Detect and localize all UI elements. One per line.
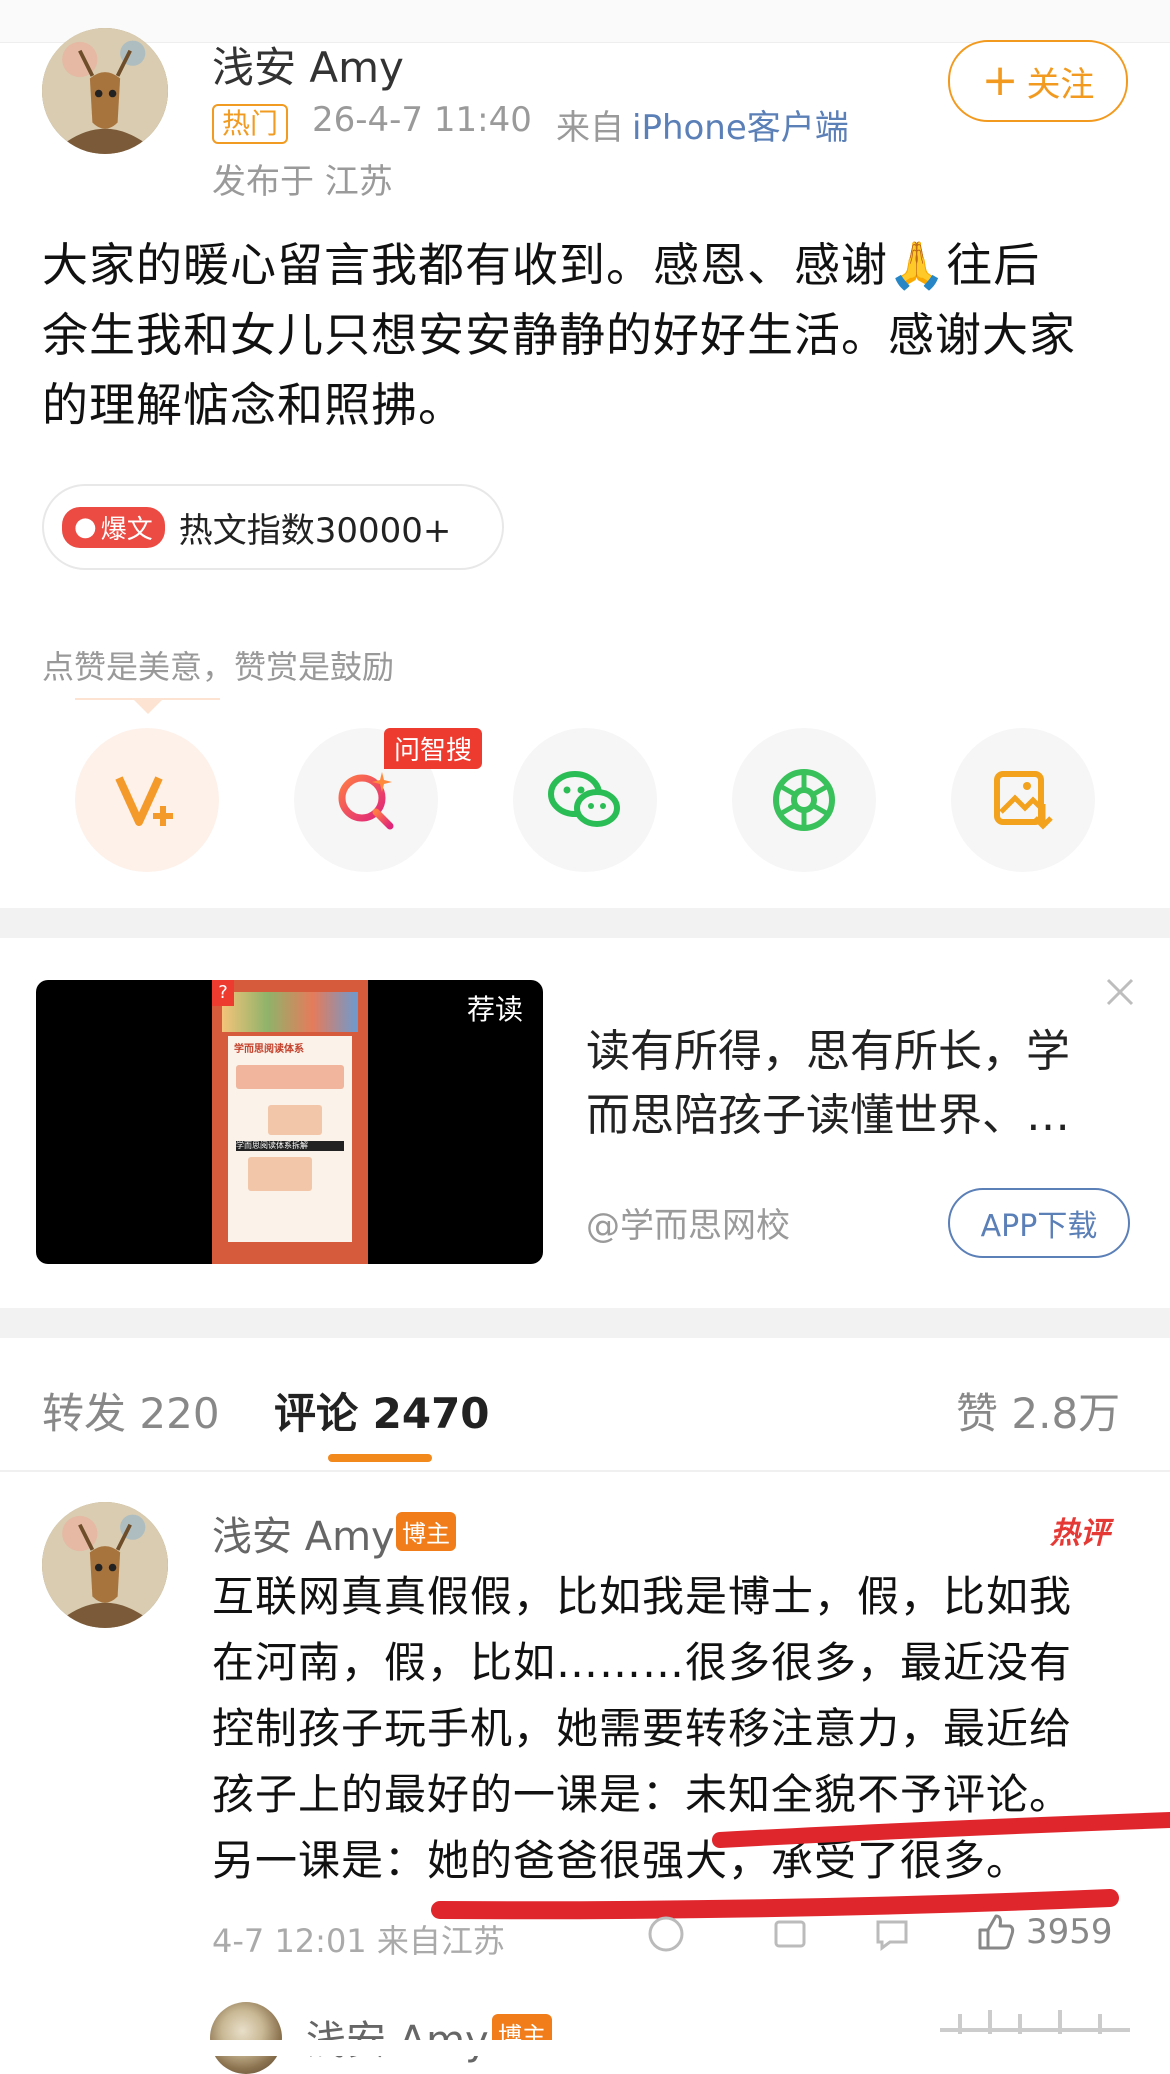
- flame-icon: ●: [74, 512, 97, 542]
- tab-like[interactable]: 赞 2.8万: [956, 1380, 1120, 1441]
- tab-repost-count: 220: [139, 1389, 220, 1438]
- wechat-icon: [548, 771, 620, 827]
- ad-title-line: 读有所得，思有所长，学: [586, 1026, 1070, 1077]
- section-divider: [0, 908, 1170, 938]
- reward-hint: 点赞是美意，赞赏是鼓励: [42, 648, 395, 686]
- tab-like-count: 2.8万: [1011, 1389, 1121, 1438]
- active-tab-indicator: [328, 1454, 432, 1462]
- ad-thumb-heading: 学而思阅读体系: [234, 1044, 304, 1055]
- hint-pointer-arrow: [134, 700, 162, 714]
- comment-meta: 4-7 12:01 来自江苏: [212, 1922, 505, 1960]
- comment-text-line: 控制孩子玩手机，她需要转移注意力，最近给: [212, 1704, 1073, 1753]
- comment-like-count: 3959: [1026, 1912, 1113, 1952]
- reply-avatar[interactable]: [210, 2002, 282, 2074]
- plus-icon: +: [981, 55, 1019, 106]
- ad-thumb-block: [268, 1105, 322, 1135]
- moments-icon: [773, 769, 835, 831]
- ad-thumb-label: 荐读: [466, 993, 523, 1026]
- reply-author-name[interactable]: 浅安 Amy: [306, 2008, 489, 2066]
- ai-search-badge: 问智搜: [384, 728, 483, 769]
- reward-button[interactable]: [75, 728, 219, 872]
- ad-thumb-block: [248, 1157, 312, 1191]
- reply-icon[interactable]: [872, 1914, 912, 1954]
- question-icon: ?: [212, 980, 234, 1006]
- ad-thumb-books: [222, 992, 358, 1032]
- follow-label: 关注: [1026, 64, 1095, 105]
- post-source-prefix: 来自: [556, 108, 624, 148]
- ad-title-line: 而思陪孩子读懂世界、…: [586, 1090, 1070, 1141]
- close-icon[interactable]: [1100, 972, 1140, 1012]
- share-wechat-button[interactable]: [513, 728, 657, 872]
- app-download-button[interactable]: APP下载: [948, 1188, 1130, 1258]
- share-moments-button[interactable]: [732, 728, 876, 872]
- commenter-avatar[interactable]: [42, 1502, 168, 1628]
- post-text-line: 大家的暖心留言我都有收到。感恩、感谢🙏往后: [42, 238, 1041, 292]
- tab-comment-count: 2470: [372, 1389, 490, 1438]
- ai-search-icon: [338, 772, 394, 830]
- comment-author-name[interactable]: 浅安 Amy: [212, 1504, 395, 1562]
- post-author-name[interactable]: 浅安 Amy: [212, 34, 404, 95]
- post-source-device[interactable]: iPhone客户端: [632, 100, 849, 149]
- author-avatar[interactable]: [42, 28, 168, 154]
- deer-avatar-image: [42, 28, 168, 154]
- thumbs-up-icon: [978, 1914, 1015, 1950]
- section-divider: [0, 1308, 1170, 1338]
- tabs-divider: [0, 1470, 1170, 1472]
- hot-article-badge-label: 爆文: [100, 514, 153, 545]
- tab-repost-label: 转发: [42, 1389, 127, 1438]
- post-text-line: 余生我和女儿只想安安静静的好好生活。感谢大家: [42, 308, 1076, 362]
- dislike-icon[interactable]: [646, 1914, 686, 1954]
- tab-comment-label: 评论: [274, 1389, 359, 1438]
- blogger-badge: 博主: [396, 1512, 456, 1551]
- deer-avatar-image: [42, 1502, 168, 1628]
- comment-like-button[interactable]: 3959: [974, 1910, 1113, 1954]
- post-text-line: 的理解惦念和照拂。: [42, 378, 465, 432]
- hot-tag: 热门: [212, 104, 289, 144]
- tab-repost[interactable]: 转发 220: [42, 1380, 220, 1441]
- save-image-button[interactable]: [951, 728, 1095, 872]
- watermark-icon: [930, 2000, 1144, 2044]
- ad-title[interactable]: 读有所得，思有所长，学 而思陪孩子读懂世界、…: [586, 1020, 1126, 1148]
- post-body: 大家的暖心留言我都有收到。感恩、感谢🙏往后 余生我和女儿只想安安静静的好好生活。…: [42, 230, 1142, 440]
- follow-button[interactable]: + 关注: [948, 40, 1128, 122]
- reward-v-icon: [115, 776, 173, 826]
- comment-text-line: 互联网真真假假，比如我是博士，假，比如我: [212, 1572, 1073, 1621]
- ad-source[interactable]: @学而思网校: [586, 1198, 790, 1247]
- hot-article-badge: ● 爆文: [62, 506, 165, 548]
- ad-thumb-page: 学而思阅读体系 学而思阅读体系拆解: [228, 1036, 352, 1242]
- comment-text-line: 在河南，假，比如………很多很多，最近没有: [212, 1638, 1073, 1687]
- top-nav-strip: [0, 0, 1170, 43]
- ad-thumb-caption: 学而思阅读体系拆解: [236, 1141, 344, 1151]
- tab-comment[interactable]: 评论 2470: [274, 1380, 490, 1441]
- repost-icon[interactable]: [770, 1914, 810, 1954]
- post-time: 26-4-7 11:40: [312, 100, 532, 140]
- ad-thumb-block: [236, 1065, 344, 1089]
- post-location: 发布于 江苏: [212, 162, 393, 202]
- hot-index-text: 热文指数30000+: [178, 510, 452, 551]
- save-image-icon: [994, 771, 1053, 830]
- tab-like-label: 赞: [956, 1389, 999, 1438]
- hot-comment-label: 热评: [1050, 1516, 1110, 1551]
- hot-index-pill[interactable]: ● 爆文 热文指数30000+: [42, 484, 504, 570]
- ad-thumbnail[interactable]: 学而思阅读体系 学而思阅读体系拆解 ? 荐读: [36, 980, 543, 1264]
